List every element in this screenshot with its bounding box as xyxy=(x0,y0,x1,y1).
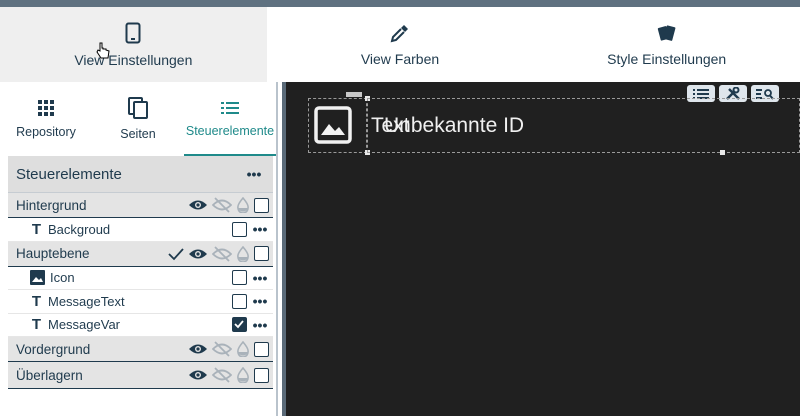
tab-seiten[interactable]: Seiten xyxy=(92,82,184,156)
nav-label: View Einstellungen xyxy=(74,51,193,68)
layer-checkbox[interactable] xyxy=(254,197,269,213)
more-options-icon[interactable]: ••• xyxy=(251,318,269,332)
control-checkbox-checked[interactable] xyxy=(232,317,247,333)
layer-checkbox[interactable] xyxy=(254,367,269,383)
phone-icon xyxy=(125,22,141,43)
top-stripe xyxy=(0,0,800,7)
tab-repository[interactable]: Repository xyxy=(0,82,92,156)
image-placeholder-icon xyxy=(314,106,352,144)
eye-icon[interactable] xyxy=(188,247,208,261)
controls-tree: Steuerelemente ••• Hintergrund T Backgro… xyxy=(8,156,273,389)
layer-checkbox[interactable] xyxy=(254,246,269,261)
control-checkbox[interactable] xyxy=(232,270,247,286)
eyedropper-icon xyxy=(390,24,408,42)
more-options-icon[interactable]: ••• xyxy=(245,167,263,181)
more-options-icon[interactable]: ••• xyxy=(251,222,269,236)
eye-off-icon[interactable] xyxy=(212,341,232,357)
checkmark-icon xyxy=(168,247,184,260)
layer-checkbox[interactable] xyxy=(254,341,269,357)
control-row[interactable]: T Backgroud ••• xyxy=(8,218,273,242)
pages-icon xyxy=(128,97,148,119)
eye-off-icon[interactable] xyxy=(212,245,232,262)
more-options-icon[interactable]: ••• xyxy=(251,271,269,285)
text-type-icon: T xyxy=(31,292,42,310)
control-label: MessageText xyxy=(48,293,125,309)
layer-label: Überlagern xyxy=(16,367,83,383)
nav-view-farben[interactable]: View Farben xyxy=(267,7,534,82)
eye-off-icon[interactable] xyxy=(212,197,232,213)
anchor-marker xyxy=(346,92,362,97)
layer-group-row[interactable]: Hintergrund xyxy=(8,193,273,218)
image-type-icon xyxy=(30,270,45,286)
tab-steuerelemente[interactable]: Steuerelemente xyxy=(184,82,276,156)
tab-label: Steuerelemente xyxy=(185,124,275,138)
tree-title: Steuerelemente xyxy=(16,165,122,183)
control-label: Icon xyxy=(50,270,75,286)
list-icon xyxy=(693,88,709,99)
control-label: MessageVar xyxy=(48,317,121,333)
tab-label: Seiten xyxy=(120,127,156,141)
opacity-drop-icon[interactable] xyxy=(236,341,250,357)
design-canvas[interactable]: Text Unbekannte ID xyxy=(282,82,800,416)
text-type-icon: T xyxy=(31,220,42,238)
more-options-icon[interactable]: ••• xyxy=(251,294,269,308)
eye-off-icon[interactable] xyxy=(212,367,232,383)
grid-icon xyxy=(38,100,54,116)
check-icon xyxy=(234,320,244,329)
message-var-element[interactable]: Unbekannte ID xyxy=(384,114,524,138)
list-icon xyxy=(221,102,239,114)
tree-header: Steuerelemente ••• xyxy=(8,156,273,193)
control-label: Backgroud xyxy=(48,221,111,237)
control-row[interactable]: T MessageVar ••• xyxy=(8,313,273,337)
control-checkbox[interactable] xyxy=(232,293,247,309)
selection-handle[interactable] xyxy=(720,150,725,155)
opacity-drop-icon[interactable] xyxy=(236,367,250,383)
eye-icon[interactable] xyxy=(188,368,208,382)
layer-group-row[interactable]: Hauptebene xyxy=(8,241,273,267)
nav-label: View Farben xyxy=(360,50,440,67)
control-checkbox[interactable] xyxy=(232,221,247,237)
layer-group-row[interactable]: Vordergrund xyxy=(8,337,273,362)
left-tabs: Repository Seiten Steuerelemente xyxy=(0,82,276,156)
layer-label: Hintergrund xyxy=(16,197,87,213)
opacity-drop-icon[interactable] xyxy=(236,245,250,262)
tab-label: Repository xyxy=(16,125,76,139)
control-row[interactable]: T MessageText ••• xyxy=(8,290,273,314)
hand-cursor-icon xyxy=(96,42,110,59)
top-navigation: View Einstellungen View Farben Style Ein… xyxy=(0,7,800,82)
opacity-drop-icon[interactable] xyxy=(236,197,250,213)
left-panel: Repository Seiten Steuerelemente Steuere… xyxy=(0,82,278,416)
text-type-icon: T xyxy=(31,316,42,334)
layer-label: Hauptebene xyxy=(16,246,90,261)
control-row[interactable]: Icon ••• xyxy=(8,266,273,290)
nav-label: Style Einstellungen xyxy=(607,50,727,67)
canvas-edge xyxy=(282,82,286,416)
style-icon xyxy=(657,24,676,41)
layer-group-row[interactable]: Überlagern xyxy=(8,362,273,389)
nav-style-einstellungen[interactable]: Style Einstellungen xyxy=(533,7,800,82)
layer-label: Vordergrund xyxy=(16,341,91,357)
eye-icon[interactable] xyxy=(188,198,208,212)
eye-icon[interactable] xyxy=(188,342,208,356)
nav-view-einstellungen[interactable]: View Einstellungen xyxy=(0,7,267,82)
